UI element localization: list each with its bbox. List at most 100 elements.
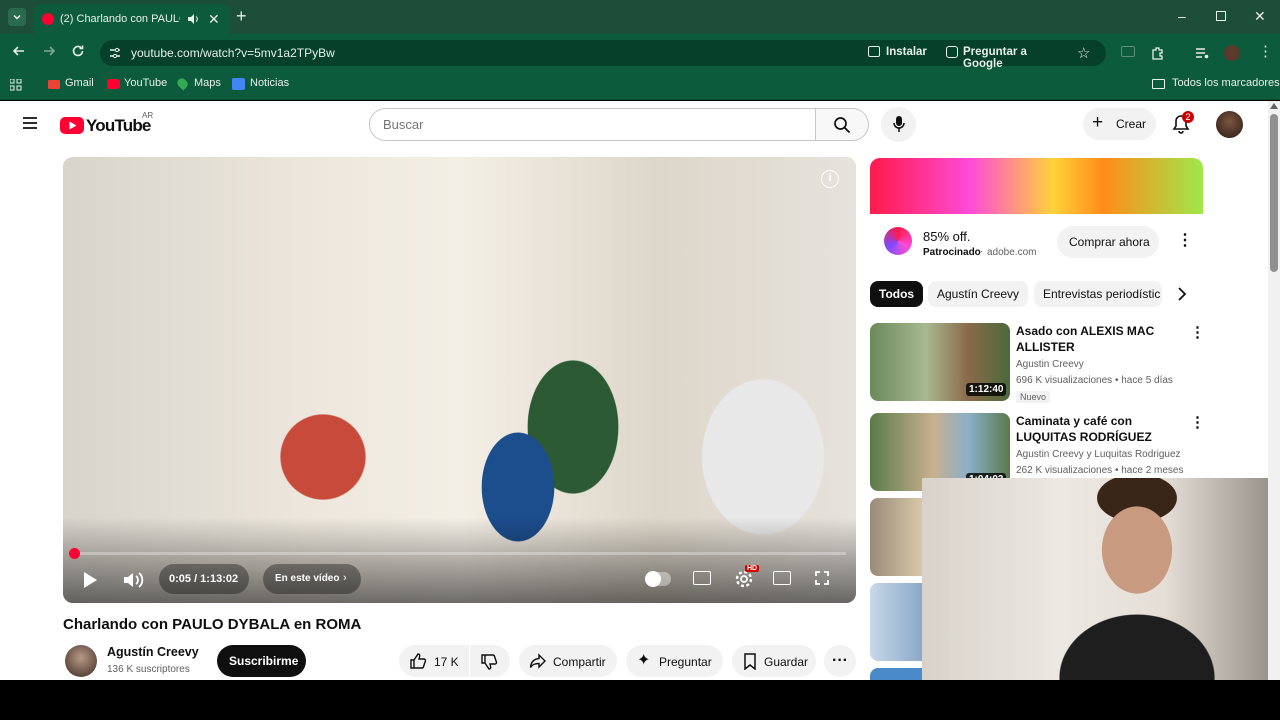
ask-button[interactable]: ✦ Preguntar bbox=[626, 645, 723, 677]
chevron-right-icon: › bbox=[343, 572, 347, 584]
subtitles-icon[interactable] bbox=[693, 571, 711, 585]
bookmark-maps-label: Maps bbox=[194, 77, 221, 89]
rec-menu-icon[interactable]: ⋮ bbox=[1190, 323, 1205, 341]
rec-duration: 1:12:40 bbox=[966, 383, 1007, 396]
profile-avatar-icon[interactable] bbox=[1224, 45, 1240, 61]
like-count: 17 K bbox=[434, 655, 459, 669]
bookmarks-bar: Gmail YouTube Maps Noticias Todos los ma… bbox=[0, 70, 1280, 100]
search-button[interactable] bbox=[815, 108, 869, 141]
notification-badge: 2 bbox=[1182, 111, 1194, 123]
ask-google-button[interactable]: Preguntar a Google bbox=[940, 42, 1066, 70]
more-actions-button[interactable]: ··· bbox=[824, 645, 856, 677]
subscribe-label: Suscribirme bbox=[229, 654, 299, 668]
create-label: Crear bbox=[1116, 117, 1147, 131]
scroll-up-icon[interactable] bbox=[1270, 103, 1278, 109]
bookmark-icon bbox=[743, 653, 757, 673]
rec-channel: Agustin Creevy bbox=[1016, 359, 1084, 370]
install-icon bbox=[868, 46, 880, 57]
info-icon[interactable]: i bbox=[821, 170, 839, 188]
ad-banner[interactable] bbox=[870, 158, 1203, 214]
share-button[interactable]: Compartir bbox=[519, 645, 617, 677]
close-window-icon[interactable]: ✕ bbox=[1254, 8, 1266, 25]
save-button[interactable]: Guardar bbox=[732, 645, 816, 677]
youtube-logo-text: YouTube bbox=[86, 116, 151, 135]
channel-name[interactable]: Agustín Creevy bbox=[107, 645, 199, 659]
youtube-favicon-icon bbox=[42, 13, 54, 25]
ask-google-label: Preguntar a Google bbox=[963, 46, 1027, 70]
chip-interviews[interactable]: Entrevistas periodístic bbox=[1034, 281, 1162, 307]
sparkle-icon: ✦ bbox=[637, 652, 651, 669]
video-player[interactable]: i 0:05 / 1:13:02 En este vídeo › HD bbox=[63, 157, 856, 603]
time-text: 0:05 / 1:13:02 bbox=[169, 573, 239, 585]
close-tab-icon[interactable]: ✕ bbox=[208, 11, 220, 28]
rec-title: Caminata y café con LUQUITAS RODRÍGUEZ bbox=[1016, 414, 1152, 444]
youtube-logo[interactable]: YouTube AR bbox=[60, 111, 170, 137]
channel-avatar[interactable] bbox=[65, 645, 97, 677]
rec-thumbnail[interactable] bbox=[870, 583, 922, 661]
forward-icon[interactable] bbox=[41, 43, 57, 64]
ad-card[interactable]: 85% off. Patrocinado · adobe.com Comprar… bbox=[870, 214, 1203, 272]
bookmark-youtube-label: YouTube bbox=[124, 77, 168, 89]
tab-search-icon[interactable] bbox=[8, 8, 26, 26]
dislike-button[interactable] bbox=[470, 645, 510, 677]
chip-all[interactable]: Todos bbox=[870, 281, 924, 307]
play-button[interactable] bbox=[81, 570, 99, 595]
rec-meta: 696 K visualizaciones • hace 5 días bbox=[1016, 375, 1173, 386]
google-lens-icon bbox=[946, 46, 958, 58]
chapters-label: En este vídeo bbox=[275, 573, 340, 584]
cast-icon[interactable] bbox=[1121, 46, 1135, 57]
chips-next-icon[interactable] bbox=[1176, 287, 1188, 306]
save-label: Guardar bbox=[764, 655, 809, 669]
chip-all-label: Todos bbox=[879, 287, 915, 301]
news-icon bbox=[232, 78, 245, 90]
voice-search-button[interactable] bbox=[881, 107, 916, 142]
volume-icon[interactable] bbox=[121, 569, 145, 596]
rec-thumbnail[interactable] bbox=[870, 668, 922, 680]
ad-cta-label: Comprar ahora bbox=[1069, 235, 1150, 249]
scrollbar-thumb[interactable] bbox=[1270, 114, 1278, 272]
rec-item[interactable]: 1:12:40 Asado con ALEXIS MAC ALLISTER Ag… bbox=[870, 323, 1205, 403]
miniplayer-icon[interactable] bbox=[773, 571, 791, 585]
chapters-button[interactable]: En este vídeo › bbox=[263, 564, 361, 594]
url-text[interactable]: youtube.com/watch?v=5mv1a2TPyBw bbox=[131, 46, 335, 60]
ad-separator: · bbox=[980, 246, 984, 257]
reload-icon[interactable] bbox=[70, 43, 86, 64]
site-info-icon[interactable] bbox=[108, 46, 122, 65]
account-avatar[interactable] bbox=[1216, 111, 1243, 138]
ask-label: Preguntar bbox=[659, 655, 712, 669]
like-button[interactable]: 17 K bbox=[399, 645, 469, 677]
scrubber-handle[interactable] bbox=[69, 548, 80, 559]
search-input[interactable]: Buscar bbox=[369, 108, 816, 141]
apps-grid-icon[interactable] bbox=[9, 78, 22, 96]
rec-thumbnail[interactable] bbox=[870, 498, 922, 576]
new-tab-icon[interactable]: + bbox=[236, 6, 247, 27]
media-controls-icon[interactable] bbox=[1194, 45, 1210, 66]
pip-video-overlay[interactable] bbox=[922, 478, 1268, 680]
settings-icon[interactable]: HD bbox=[734, 565, 760, 594]
guide-menu-icon[interactable] bbox=[22, 116, 38, 135]
chrome-menu-icon[interactable]: ⋮ bbox=[1258, 44, 1273, 59]
ad-cta-button[interactable]: Comprar ahora bbox=[1057, 226, 1159, 258]
rec-menu-icon[interactable]: ⋮ bbox=[1190, 413, 1205, 431]
progress-track[interactable] bbox=[69, 548, 846, 559]
search-icon bbox=[833, 116, 851, 139]
install-button[interactable]: Instalar bbox=[862, 42, 932, 64]
all-bookmarks-label: Todos los marcadores bbox=[1172, 77, 1280, 89]
back-icon[interactable] bbox=[11, 43, 27, 64]
maximize-icon[interactable] bbox=[1216, 11, 1226, 21]
notifications-button[interactable]: 2 bbox=[1170, 111, 1198, 139]
chip-channel[interactable]: Agustín Creevy bbox=[928, 281, 1029, 307]
rec-channel: Agustin Creevy y Luquitas Rodriguez bbox=[1016, 449, 1181, 460]
bookmark-star-icon[interactable]: ☆ bbox=[1077, 44, 1090, 62]
create-button[interactable]: + Crear bbox=[1083, 108, 1156, 140]
youtube-icon bbox=[107, 79, 120, 89]
active-tab[interactable]: (2) Charlando con PAULO D ✕ bbox=[34, 4, 230, 34]
subscribe-button[interactable]: Suscribirme bbox=[217, 645, 306, 677]
fullscreen-icon[interactable] bbox=[814, 570, 830, 591]
extensions-icon[interactable] bbox=[1150, 45, 1166, 66]
audio-playing-icon[interactable] bbox=[186, 12, 200, 29]
ad-menu-icon[interactable]: ⋮ bbox=[1177, 230, 1193, 250]
minimize-icon[interactable]: – bbox=[1178, 8, 1186, 24]
rec-meta: 262 K visualizaciones • hace 2 meses bbox=[1016, 465, 1184, 476]
autoplay-toggle[interactable] bbox=[645, 571, 671, 587]
